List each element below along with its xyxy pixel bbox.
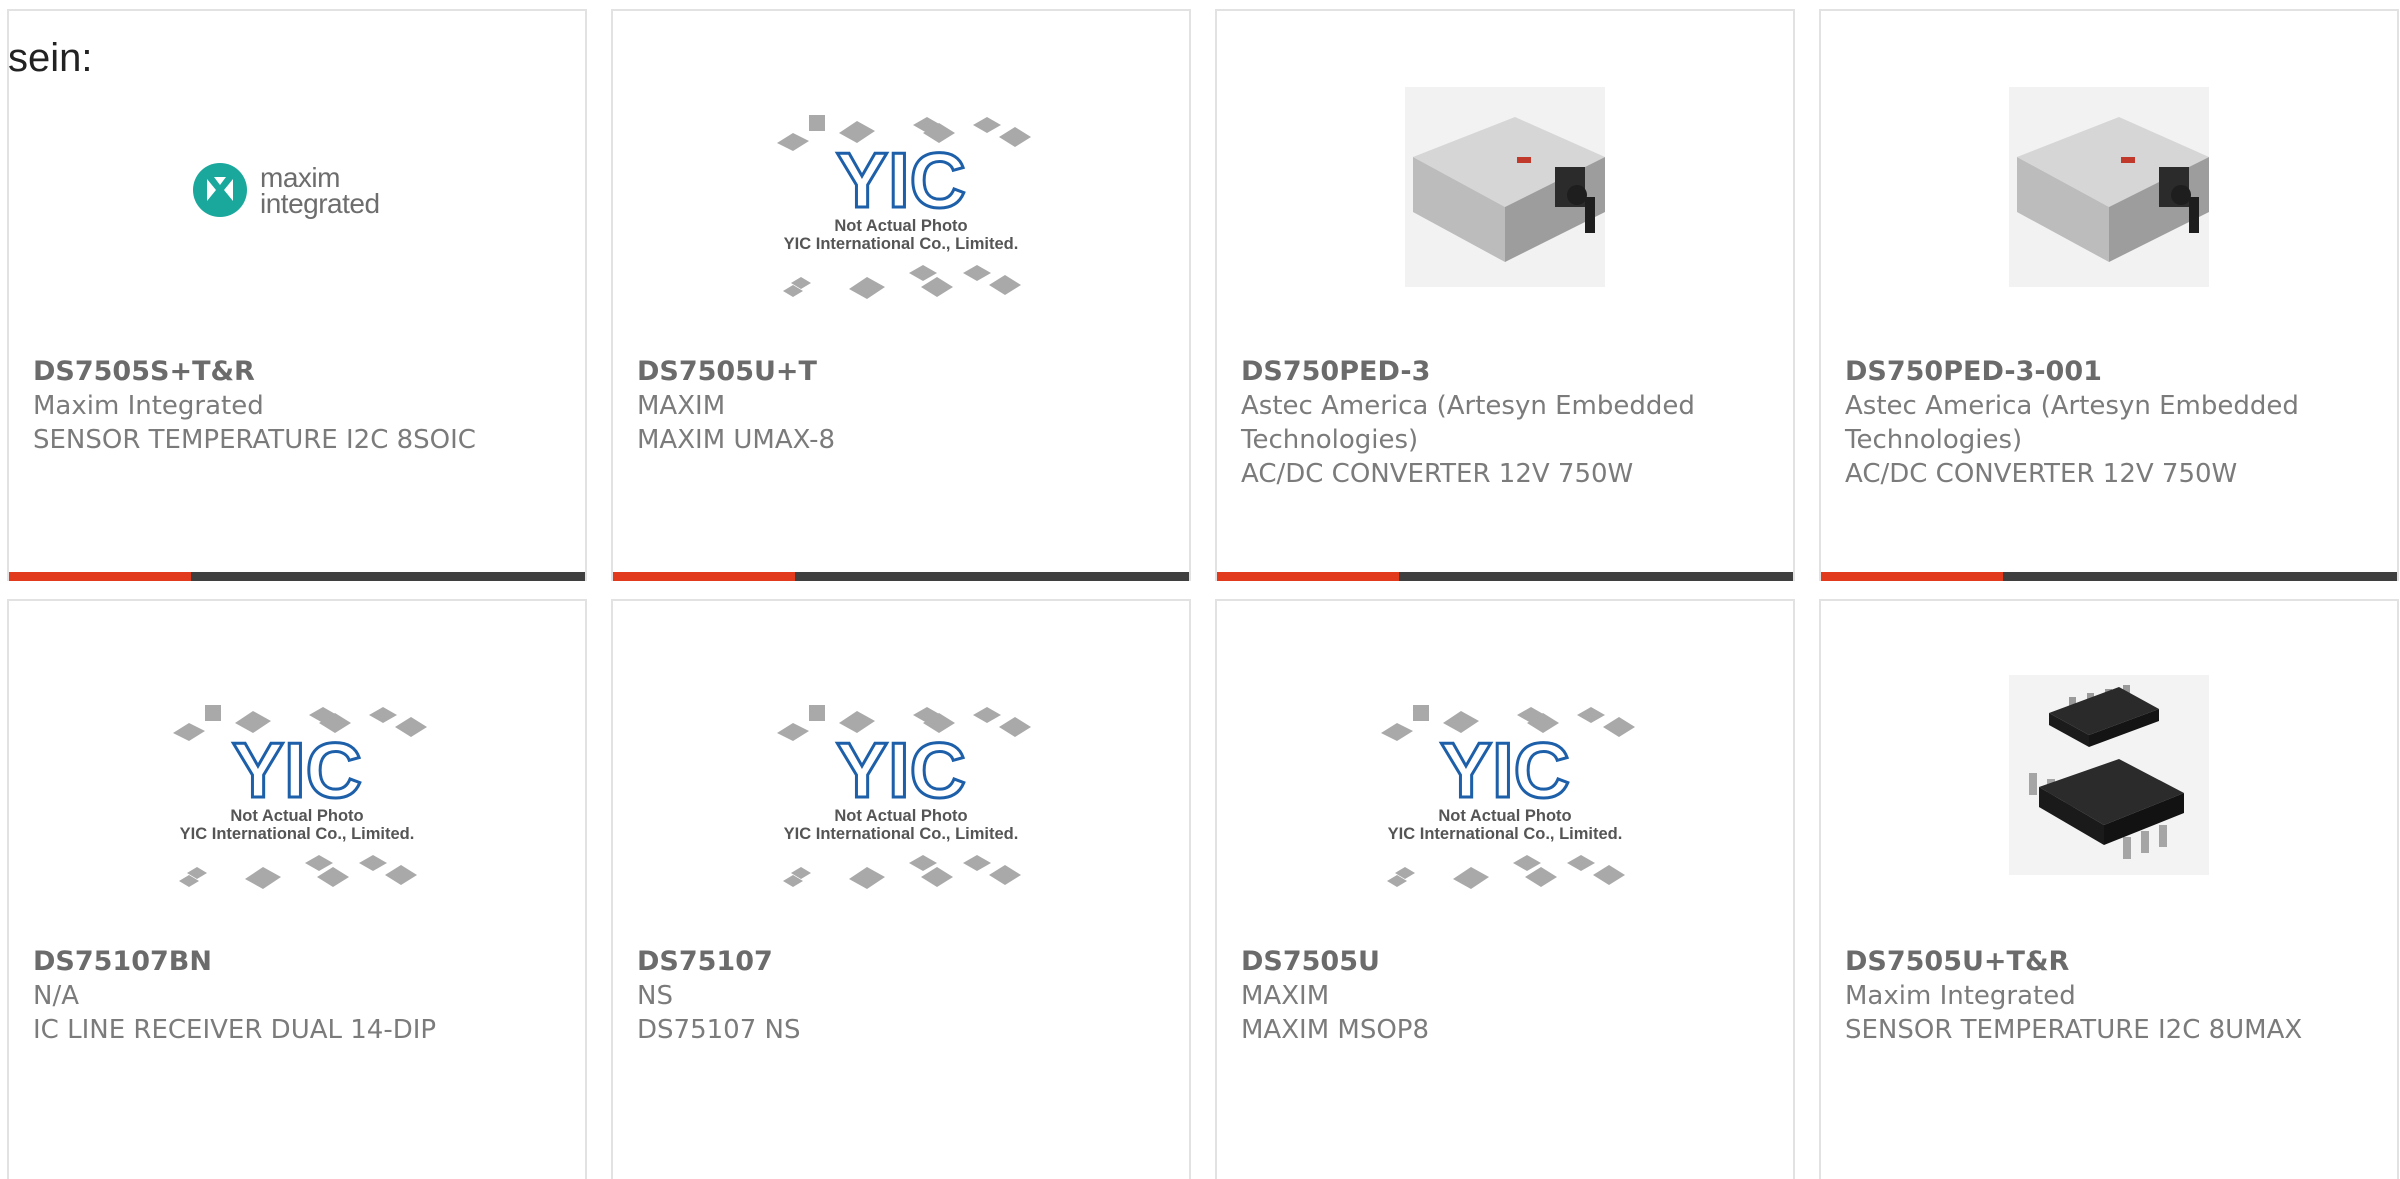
part-number[interactable]: DS75107BN: [33, 945, 569, 979]
part-number[interactable]: DS750PED-3-001: [1845, 355, 2381, 389]
part-number[interactable]: DS7505U+T: [637, 355, 1173, 389]
yic-placeholder-image: YIC Not Actual Photo YIC International C…: [771, 667, 1031, 905]
product-card[interactable]: YIC Not Actual Photo YIC International C…: [611, 9, 1191, 581]
product-card[interactable]: maxim integrated DS7505S+T&R Maxim Integ…: [7, 9, 587, 581]
manufacturer: MAXIM: [1241, 981, 1330, 1011]
description: MAXIM UMAX-8: [637, 425, 836, 455]
product-card[interactable]: DS750PED-3 Astec America (Artesyn Embedd…: [1215, 9, 1795, 581]
description: AC/DC CONVERTER 12V 750W: [1241, 459, 1634, 489]
intro-text: sein:: [8, 36, 93, 80]
svg-text:YIC: YIC: [836, 136, 966, 224]
product-image[interactable]: YIC Not Actual Photo YIC International C…: [9, 667, 585, 905]
card-accent-bar: [1821, 572, 2397, 581]
manufacturer: Astec America (Artesyn Embedded Technolo…: [1845, 391, 2299, 455]
power-supply-image: [2009, 87, 2209, 287]
description: SENSOR TEMPERATURE I2C 8UMAX: [1845, 1015, 2303, 1045]
card-accent-bar: [9, 572, 585, 581]
product-card[interactable]: YIC Not Actual Photo YIC International C…: [7, 599, 587, 1179]
product-card[interactable]: YIC Not Actual Photo YIC International C…: [611, 599, 1191, 1179]
ic-chip-image: [2009, 675, 2209, 875]
power-supply-image: [1405, 87, 1605, 287]
manufacturer: Maxim Integrated: [1845, 981, 2076, 1011]
svg-text:YIC: YIC: [1440, 726, 1570, 814]
product-card[interactable]: YIC Not Actual Photo YIC International C…: [1215, 599, 1795, 1179]
manufacturer: N/A: [33, 981, 79, 1011]
description: AC/DC CONVERTER 12V 750W: [1845, 459, 2238, 489]
product-image[interactable]: YIC Not Actual Photo YIC International C…: [613, 77, 1189, 315]
yic-placeholder-image: YIC Not Actual Photo YIC International C…: [771, 77, 1031, 315]
svg-text:YIC: YIC: [836, 726, 966, 814]
manufacturer: Maxim Integrated: [33, 391, 264, 421]
part-number[interactable]: DS7505U+T&R: [1845, 945, 2381, 979]
card-accent-bar: [1217, 572, 1793, 581]
manufacturer: Astec America (Artesyn Embedded Technolo…: [1241, 391, 1695, 455]
product-image[interactable]: YIC Not Actual Photo YIC International C…: [1217, 667, 1793, 905]
product-image[interactable]: maxim integrated: [9, 77, 585, 315]
manufacturer: NS: [637, 981, 673, 1011]
part-number[interactable]: DS750PED-3: [1241, 355, 1777, 389]
card-accent-bar: [613, 572, 1189, 581]
manufacturer: MAXIM: [637, 391, 726, 421]
part-number[interactable]: DS75107: [637, 945, 1173, 979]
part-number[interactable]: DS7505U: [1241, 945, 1777, 979]
product-image[interactable]: [1821, 667, 2397, 905]
product-image[interactable]: YIC Not Actual Photo YIC International C…: [613, 667, 1189, 905]
product-image[interactable]: [1217, 77, 1793, 315]
description: SENSOR TEMPERATURE I2C 8SOIC: [33, 425, 476, 455]
description: DS75107 NS: [637, 1015, 801, 1045]
yic-placeholder-image: YIC Not Actual Photo YIC International C…: [1375, 667, 1635, 905]
product-card[interactable]: DS7505U+T&R Maxim Integrated SENSOR TEMP…: [1819, 599, 2399, 1179]
product-image[interactable]: [1821, 77, 2397, 315]
yic-placeholder-image: YIC Not Actual Photo YIC International C…: [167, 667, 427, 905]
maxim-logo: maxim integrated: [192, 159, 402, 223]
product-card[interactable]: DS750PED-3-001 Astec America (Artesyn Em…: [1819, 9, 2399, 581]
svg-text:YIC: YIC: [232, 726, 362, 814]
description: MAXIM MSOP8: [1241, 1015, 1430, 1045]
description: IC LINE RECEIVER DUAL 14-DIP: [33, 1015, 437, 1045]
part-number[interactable]: DS7505S+T&R: [33, 355, 569, 389]
